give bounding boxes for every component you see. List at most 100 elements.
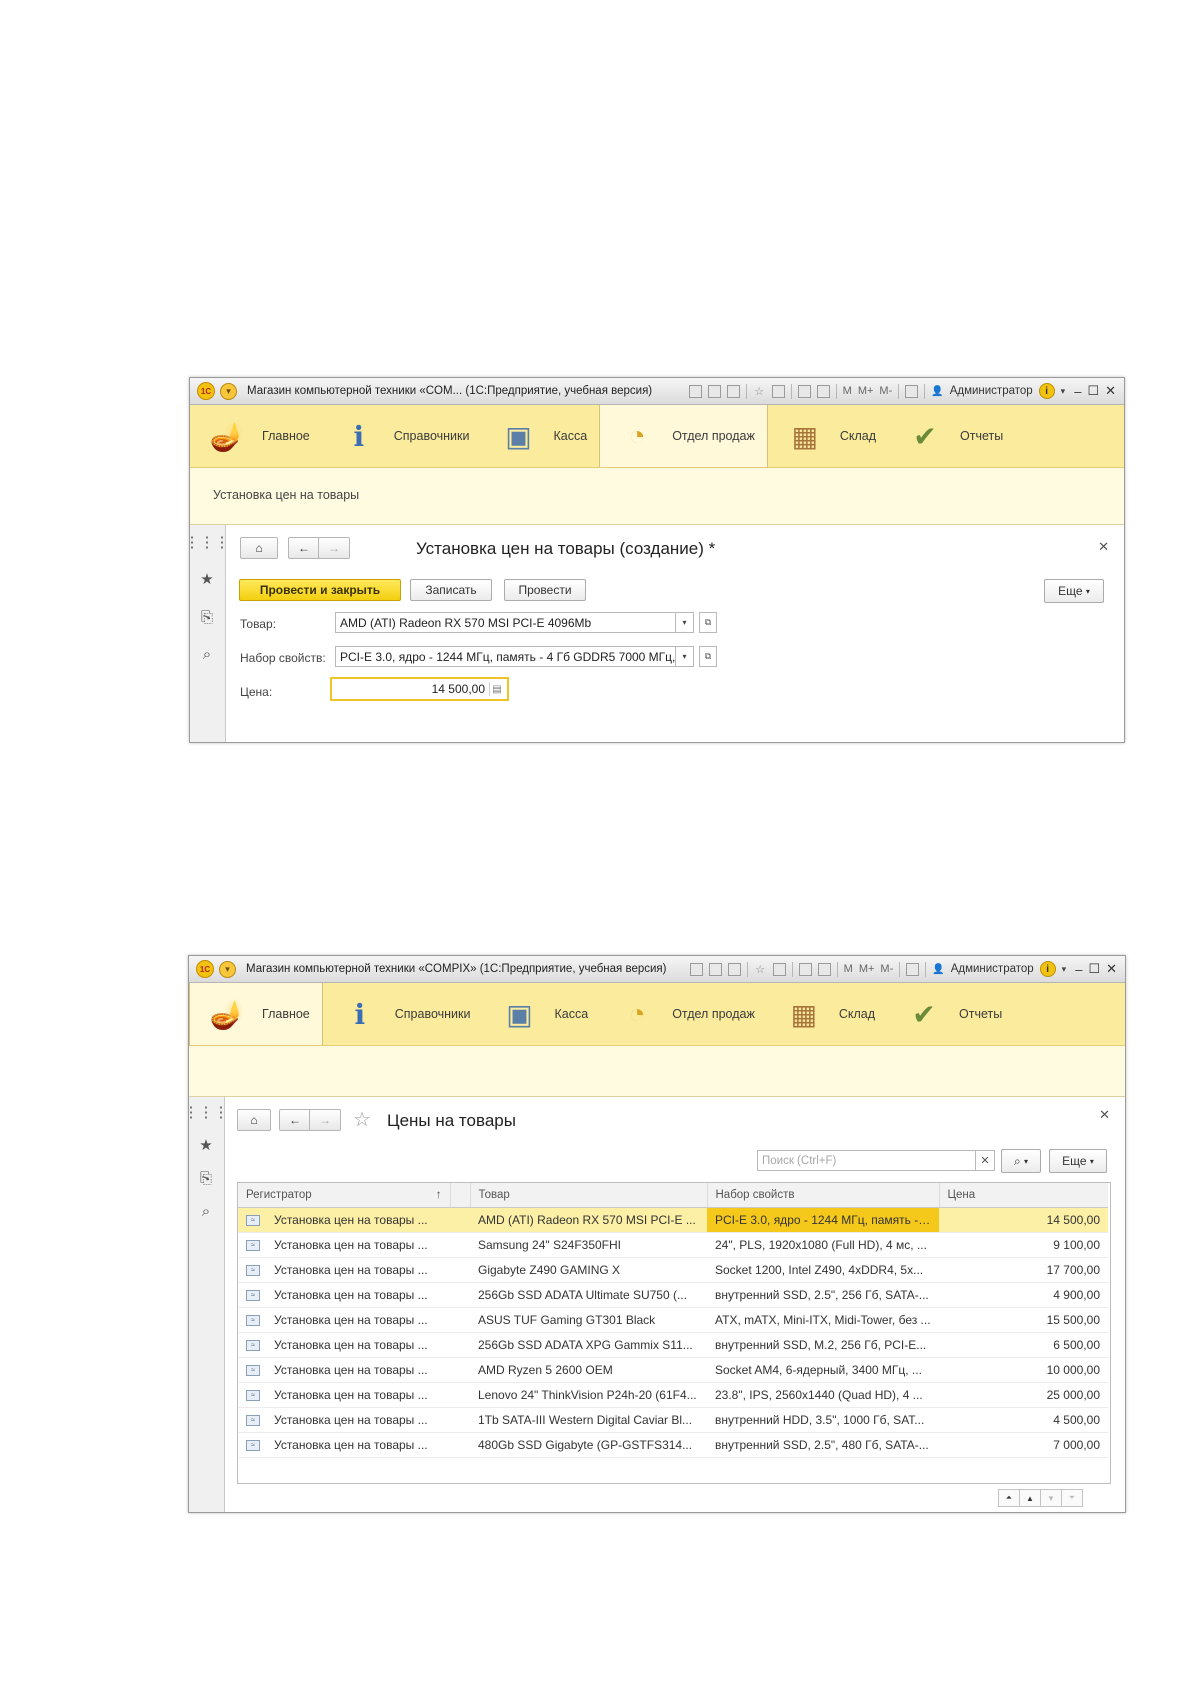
main-menu-icon[interactable]: ▾ bbox=[220, 382, 237, 400]
section-6[interactable]: ✔ Отчеты bbox=[887, 983, 1014, 1045]
memory-m[interactable]: M bbox=[843, 385, 852, 397]
section-5[interactable]: ▦ Склад bbox=[767, 983, 887, 1045]
info-icon[interactable]: i bbox=[1039, 961, 1056, 977]
link-icon[interactable] bbox=[771, 384, 785, 398]
first-page-icon[interactable]: ⏶ bbox=[998, 1489, 1020, 1507]
favorites-star-icon[interactable]: ★ bbox=[198, 570, 216, 588]
search-options-button[interactable]: ⌕ ▾ bbox=[1001, 1149, 1041, 1173]
forward-button[interactable]: → bbox=[309, 1109, 341, 1131]
panels-icon[interactable] bbox=[906, 962, 920, 976]
save-button[interactable]: Записать bbox=[410, 579, 492, 601]
close-window-icon[interactable]: ✕ bbox=[1106, 961, 1117, 977]
table-row[interactable]: ≈ Установка цен на товары ... Gigabyte Z49… bbox=[238, 1257, 1108, 1283]
section-1[interactable]: 🪔 Главное bbox=[190, 405, 322, 467]
more-button[interactable]: Еще ▾ bbox=[1044, 579, 1104, 603]
home-button[interactable]: ⌂ bbox=[237, 1109, 271, 1131]
functions-menu-icon[interactable]: ⋮⋮⋮ bbox=[190, 533, 230, 551]
table-row[interactable]: ≈ Установка цен на товары ... 256Gb SSD AD… bbox=[238, 1282, 1108, 1308]
back-button[interactable]: ← bbox=[288, 537, 320, 559]
functions-menu-icon[interactable]: ⋮⋮⋮ bbox=[189, 1103, 229, 1121]
search-icon[interactable]: ⌕ bbox=[198, 645, 216, 663]
close-form-icon[interactable]: ✕ bbox=[1099, 1107, 1110, 1123]
memory-mminus[interactable]: M- bbox=[879, 385, 892, 397]
dropdown-icon[interactable]: ▾ bbox=[1062, 964, 1067, 975]
props-dropdown-icon[interactable]: ▾ bbox=[676, 646, 694, 667]
section-5[interactable]: ▦ Склад bbox=[768, 405, 888, 467]
home-button[interactable]: ⌂ bbox=[240, 537, 278, 559]
column-header-price[interactable]: Цена bbox=[939, 1183, 1108, 1208]
last-page-icon[interactable]: ⏷ bbox=[1061, 1489, 1083, 1507]
post-button[interactable]: Провести bbox=[504, 579, 586, 601]
calendar-icon[interactable] bbox=[816, 384, 830, 398]
back-button[interactable]: ← bbox=[279, 1109, 311, 1131]
favorites-icon[interactable]: ☆ bbox=[754, 963, 767, 976]
memory-mminus[interactable]: M- bbox=[880, 963, 893, 975]
section-2[interactable]: ℹ Справочники bbox=[323, 983, 483, 1045]
subpanel-link-price-setting[interactable]: Установка цен на товары bbox=[213, 488, 359, 502]
section-4[interactable]: ◔ Отдел продаж bbox=[599, 405, 768, 467]
print-icon[interactable] bbox=[707, 384, 721, 398]
preview-icon[interactable] bbox=[727, 962, 741, 976]
section-2[interactable]: ℹ Справочники bbox=[322, 405, 482, 467]
section-1[interactable]: 🪔 Главное bbox=[189, 983, 323, 1045]
prev-page-icon[interactable]: ▲ bbox=[1019, 1489, 1041, 1507]
search-icon[interactable]: ⌕ bbox=[197, 1202, 215, 1220]
user-name[interactable]: Администратор bbox=[951, 963, 1034, 975]
column-header-product[interactable]: Товар bbox=[470, 1183, 708, 1208]
minimize-icon[interactable]: – bbox=[1075, 962, 1082, 977]
favorite-star-icon[interactable]: ☆ bbox=[353, 1107, 371, 1132]
search-input[interactable]: Поиск (Ctrl+F) ✕ bbox=[757, 1150, 995, 1171]
user-name[interactable]: Администратор bbox=[950, 385, 1033, 397]
table-row[interactable]: ≈ Установка цен на товары ... AMD (ATI) Ra… bbox=[238, 1207, 1108, 1233]
table-row[interactable]: ≈ Установка цен на товары ... 256Gb SSD AD… bbox=[238, 1332, 1108, 1358]
table-row[interactable]: ≈ Установка цен на товары ... AMD Ryzen 5 … bbox=[238, 1357, 1108, 1383]
memory-mplus[interactable]: M+ bbox=[859, 963, 875, 975]
more-button[interactable]: Еще ▾ bbox=[1049, 1149, 1107, 1173]
calculator-icon[interactable] bbox=[798, 962, 812, 976]
save-icon[interactable] bbox=[689, 962, 703, 976]
dropdown-icon[interactable]: ▾ bbox=[1061, 386, 1066, 397]
clear-search-icon[interactable]: ✕ bbox=[975, 1151, 994, 1170]
calendar-icon[interactable] bbox=[817, 962, 831, 976]
post-and-close-button[interactable]: Провести и закрыть bbox=[239, 579, 401, 601]
save-icon[interactable] bbox=[688, 384, 702, 398]
table-row[interactable]: ≈ Установка цен на товары ... Samsung 24" … bbox=[238, 1232, 1108, 1258]
table-row[interactable]: ≈ Установка цен на товары ... ASUS TUF Gam… bbox=[238, 1307, 1108, 1333]
column-header-properties[interactable]: Набор свойств bbox=[707, 1183, 940, 1208]
favorites-star-icon[interactable]: ★ bbox=[197, 1136, 215, 1154]
panels-icon[interactable] bbox=[905, 384, 919, 398]
product-dropdown-icon[interactable]: ▾ bbox=[676, 612, 694, 633]
section-3[interactable]: ▣ Касса bbox=[483, 983, 601, 1045]
1c-logo-icon[interactable]: 1С bbox=[197, 382, 215, 400]
next-page-icon[interactable]: ▼ bbox=[1040, 1489, 1062, 1507]
calculator-icon[interactable] bbox=[797, 384, 811, 398]
memory-mplus[interactable]: M+ bbox=[858, 385, 874, 397]
product-field[interactable]: AMD (ATI) Radeon RX 570 MSI PCI-E 4096Mb bbox=[335, 612, 676, 633]
1c-logo-icon[interactable]: 1С bbox=[196, 960, 214, 978]
close-form-icon[interactable]: ✕ bbox=[1098, 539, 1109, 555]
main-menu-icon[interactable]: ▾ bbox=[219, 960, 236, 978]
table-row[interactable]: ≈ Установка цен на товары ... 1Tb SATA-III… bbox=[238, 1407, 1108, 1433]
favorites-icon[interactable]: ☆ bbox=[753, 385, 766, 398]
info-icon[interactable]: i bbox=[1038, 383, 1055, 399]
forward-button[interactable]: → bbox=[318, 537, 350, 559]
print-icon[interactable] bbox=[708, 962, 722, 976]
table-row[interactable]: ≈ Установка цен на товары ... Lenovo 24" T… bbox=[238, 1382, 1108, 1408]
preview-icon[interactable] bbox=[726, 384, 740, 398]
link-icon[interactable] bbox=[772, 962, 786, 976]
memory-m[interactable]: M bbox=[844, 963, 853, 975]
calculator-button-icon[interactable]: ▤ bbox=[489, 682, 504, 696]
history-icon[interactable]: ⎘ bbox=[197, 1169, 215, 1187]
props-open-icon[interactable]: ⧉ bbox=[699, 646, 717, 667]
section-4[interactable]: ◔ Отдел продаж bbox=[600, 983, 767, 1045]
maximize-icon[interactable]: ☐ bbox=[1088, 961, 1100, 977]
section-3[interactable]: ▣ Касса bbox=[482, 405, 600, 467]
table-row[interactable]: ≈ Установка цен на товары ... 480Gb SSD Gi… bbox=[238, 1432, 1108, 1458]
column-header-registrar[interactable]: Регистратор ↑ bbox=[238, 1183, 451, 1208]
price-field[interactable]: 14 500,00 ▤ bbox=[330, 677, 509, 701]
props-field[interactable]: PCI-E 3.0, ядро - 1244 МГц, память - 4 Г… bbox=[335, 646, 676, 667]
maximize-icon[interactable]: ☐ bbox=[1087, 383, 1099, 399]
history-icon[interactable]: ⎘ bbox=[198, 608, 216, 626]
section-6[interactable]: ✔ Отчеты bbox=[888, 405, 1015, 467]
product-open-icon[interactable]: ⧉ bbox=[699, 612, 717, 633]
